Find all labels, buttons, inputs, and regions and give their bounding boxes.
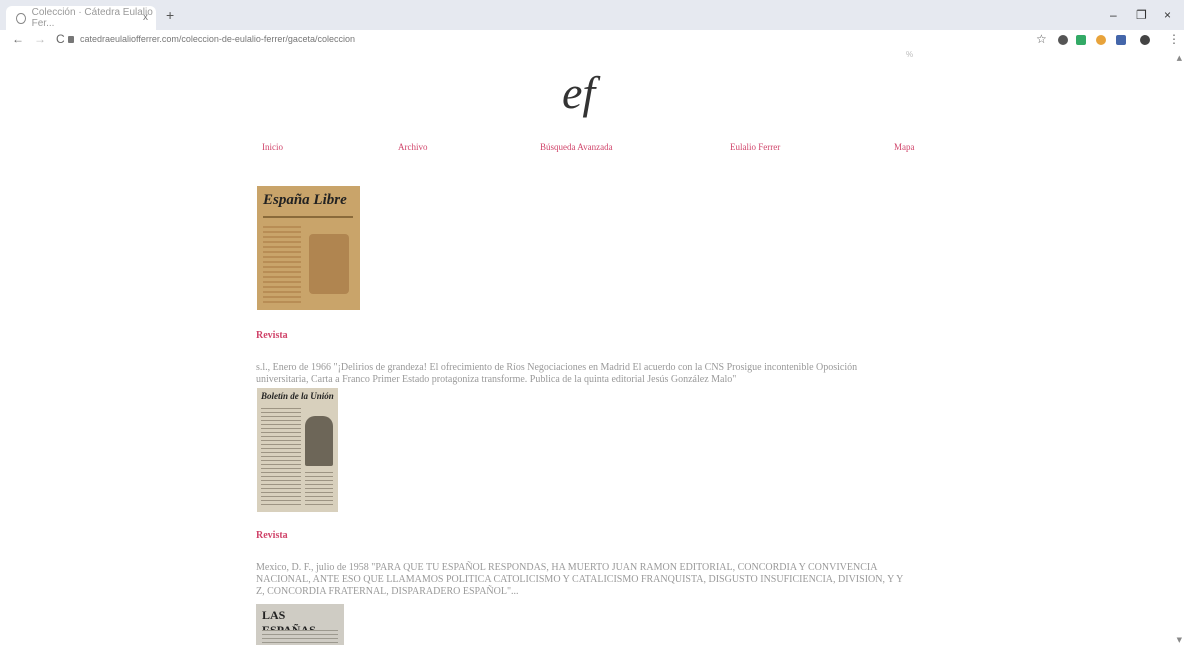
restore-button[interactable]: ❐ xyxy=(1136,8,1147,22)
url-bar[interactable]: catedraeulaliofferrer.com/coleccion-de-e… xyxy=(80,34,680,48)
nav-link-inicio[interactable]: Inicio xyxy=(262,142,283,152)
site-logo[interactable]: ef xyxy=(562,66,595,119)
extension-icon[interactable] xyxy=(1116,35,1126,45)
globe-icon xyxy=(16,12,26,24)
nav-link-busqueda-avanzada[interactable]: Búsqueda Avanzada xyxy=(540,142,613,152)
scroll-down-icon[interactable]: ▼ xyxy=(1177,636,1182,644)
item-category[interactable]: Revista xyxy=(256,530,288,541)
thumbnail-masthead: Boletín de la Unión xyxy=(261,391,334,401)
menu-dots-icon[interactable]: ⋮ xyxy=(1168,32,1180,46)
item-thumbnail[interactable]: España Libre xyxy=(257,186,360,310)
item-thumbnail[interactable]: LAS ESPAÑAS xyxy=(256,604,344,645)
zoom-badge: % xyxy=(906,50,914,59)
reload-button[interactable]: C xyxy=(56,32,65,46)
item-description: Mexico, D. F., julio de 1958 "PARA QUE T… xyxy=(256,562,903,597)
thumbnail-masthead: España Libre xyxy=(263,192,347,208)
item-thumbnail[interactable]: Boletín de la Unión xyxy=(257,388,338,512)
close-window-button[interactable]: × xyxy=(1164,8,1171,22)
nav-link-mapa[interactable]: Mapa xyxy=(894,142,915,152)
item-category[interactable]: Revista xyxy=(256,330,288,341)
lock-icon xyxy=(68,36,74,43)
nav-link-eulalio-ferrer[interactable]: Eulalio Ferrer xyxy=(730,142,780,152)
back-button[interactable]: ← xyxy=(12,32,24,46)
page-scrollbar[interactable] xyxy=(1174,52,1184,645)
nav-link-archivo[interactable]: Archivo xyxy=(398,142,428,152)
scroll-up-icon[interactable]: ▲ xyxy=(1177,54,1182,62)
extension-icon[interactable] xyxy=(1076,35,1086,45)
browser-tab[interactable]: Colección · Cátedra Eulalio Fer... x xyxy=(6,6,156,30)
new-tab-button[interactable]: + xyxy=(166,7,174,23)
bookmark-star-icon[interactable]: ☆ xyxy=(1036,32,1047,46)
tab-close-icon[interactable]: x xyxy=(143,12,148,23)
tab-title: Colección · Cátedra Eulalio Fer... xyxy=(31,7,153,29)
minimize-button[interactable]: – xyxy=(1110,8,1117,22)
extension-icon[interactable] xyxy=(1096,35,1106,45)
browser-tab-bar: Colección · Cátedra Eulalio Fer... x + –… xyxy=(0,0,1184,30)
profile-icon[interactable] xyxy=(1140,35,1150,45)
extension-icon[interactable] xyxy=(1058,35,1068,45)
forward-button[interactable]: → xyxy=(34,32,46,46)
item-description: s.l., Enero de 1966 "¡Delirios de grande… xyxy=(256,362,858,385)
